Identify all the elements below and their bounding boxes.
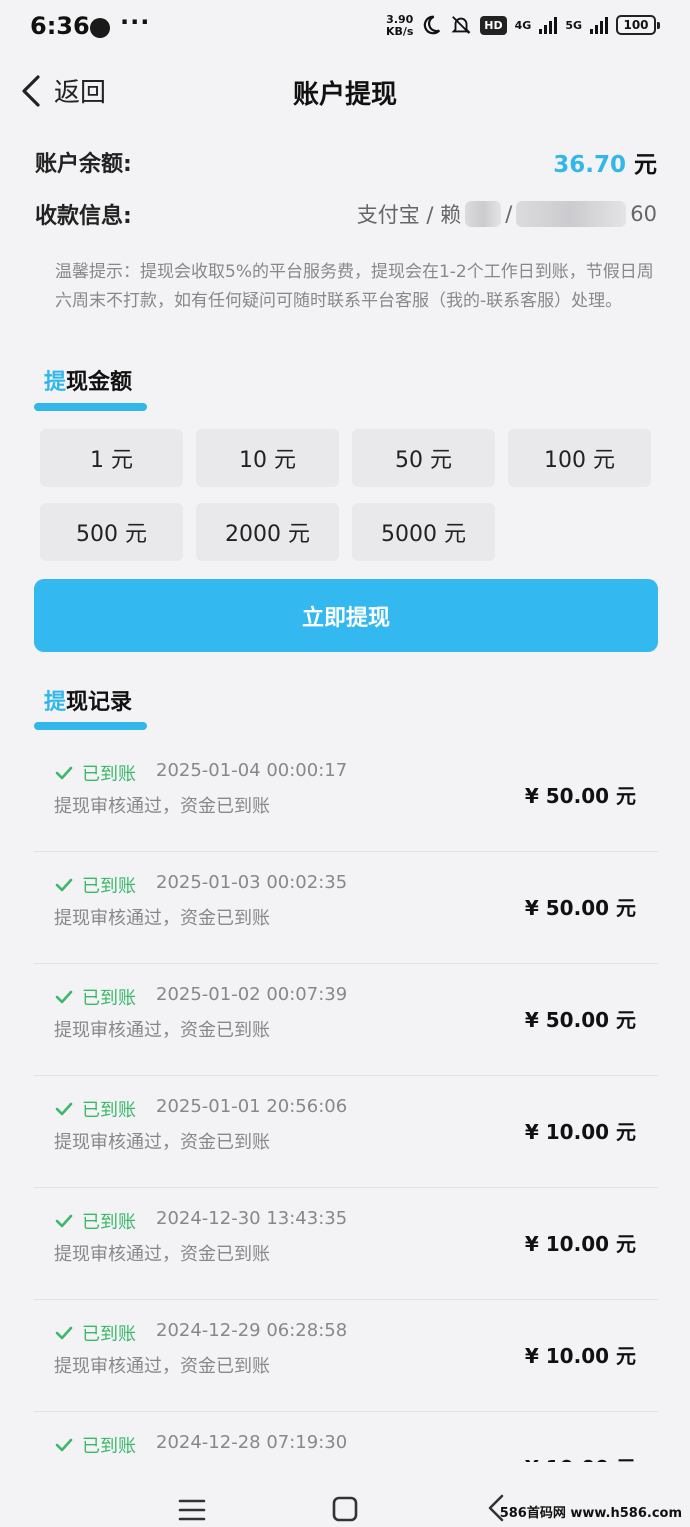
page-title: 账户提现 — [292, 80, 397, 110]
record-row: 已到账 2025-01-02 00:07:39 提现审核通过，资金已到账 ¥ 50.0… — [34, 964, 658, 1076]
balance-value: 36.70 元 — [553, 145, 657, 179]
payee-method: 支付宝 / 赖 — [356, 203, 462, 227]
record-status: 已到账 — [54, 1096, 136, 1122]
record-desc: 提现审核通过，资金已到账 — [54, 908, 270, 929]
records-section-underline — [34, 722, 147, 730]
record-time: 2025-01-03 00:02:35 — [156, 872, 348, 893]
record-amount: ¥ 10.00 元 — [524, 1120, 636, 1144]
amount-option-50[interactable]: 50 元 — [352, 429, 495, 487]
payee-label: 收款信息: — [35, 204, 132, 229]
withdraw-now-button[interactable]: 立即提现 — [34, 579, 658, 652]
records-section-title: 提现记录 — [44, 684, 132, 716]
battery-icon: 100 — [616, 15, 660, 35]
record-row: 已到账 2024-12-30 13:43:35 提现审核通过，资金已到账 ¥ 10.0… — [34, 1188, 658, 1300]
payee-tail: 60 — [630, 202, 657, 226]
record-time: 2024-12-30 13:43:35 — [156, 1208, 348, 1229]
record-amount: ¥ 50.00 元 — [524, 896, 636, 920]
redacted-name — [465, 201, 502, 227]
record-status-label: 已到账 — [82, 1212, 136, 1233]
record-status: 已到账 — [54, 1208, 136, 1234]
net-speed: 3.90 KB/s — [386, 14, 413, 38]
amount-option-1[interactable]: 1 元 — [40, 429, 183, 487]
balance-label: 账户余额: — [35, 152, 132, 177]
moon-icon — [424, 15, 441, 35]
payee-separator: / — [505, 202, 513, 226]
amount-section-title: 提现金额 — [44, 364, 132, 396]
balance-amount: 36.70 — [553, 152, 626, 178]
amount-section-underline — [34, 403, 147, 411]
record-time: 2025-01-02 00:07:39 — [156, 984, 348, 1005]
record-time: 2024-12-28 07:19:30 — [156, 1432, 348, 1453]
check-icon — [55, 990, 73, 1004]
record-row: 已到账 2024-12-29 06:28:58 提现审核通过，资金已到账 ¥ 10.0… — [34, 1300, 658, 1412]
record-status-label: 已到账 — [82, 764, 136, 785]
status-icons: HD 4G 5G 100 — [420, 14, 660, 36]
record-desc: 提现审核通过，资金已到账 — [54, 1132, 270, 1153]
record-status-label: 已到账 — [82, 876, 136, 897]
menu-icon[interactable] — [178, 1498, 206, 1522]
network-5g: 5G — [565, 18, 582, 32]
balance-unit: 元 — [634, 152, 657, 178]
check-icon — [55, 766, 73, 780]
watermark: 586首码网 www.h586.com — [499, 1506, 682, 1521]
signal-bars-icon — [590, 16, 608, 34]
amount-title-rest: 现金额 — [66, 370, 133, 395]
signal-bars-icon — [539, 16, 558, 34]
balance-row: 账户余额: 36.70 元 — [35, 142, 657, 182]
record-status: 已到账 — [54, 872, 136, 898]
record-desc: 提现审核通过，资金已到账 — [54, 796, 270, 817]
check-icon — [55, 1214, 73, 1228]
amount-option-100[interactable]: 100 元 — [508, 429, 651, 487]
status-time: 6:36 — [30, 12, 90, 40]
record-amount: ¥ 10.00 元 — [524, 1344, 636, 1368]
record-row: 已到账 2025-01-01 20:56:06 提现审核通过，资金已到账 ¥ 10.0… — [34, 1076, 658, 1188]
app-header: 返回 账户提现 — [0, 60, 690, 124]
record-desc: 提现审核通过，资金已到账 — [54, 1020, 270, 1041]
check-icon — [55, 1326, 73, 1340]
amount-title-highlight: 提 — [44, 370, 67, 395]
check-icon — [55, 878, 73, 892]
status-bar: 6:36 ··· 3.90 KB/s HD 4G 5G 100 — [0, 0, 690, 56]
record-amount: ¥ 10.00 元 — [524, 1232, 636, 1256]
records-title-rest: 现记录 — [66, 690, 133, 715]
record-status-label: 已到账 — [82, 1100, 136, 1121]
record-status-label: 已到账 — [82, 1324, 136, 1345]
record-status: 已到账 — [54, 760, 136, 786]
warm-tip: 温馨提示：提现会收取5%的平台服务费，提现会在1-2个工作日到账，节假日周六周末… — [55, 262, 654, 311]
record-desc: 提现审核通过，资金已到账 — [54, 1244, 270, 1265]
home-square-icon[interactable] — [332, 1496, 358, 1522]
amount-option-5000[interactable]: 5000 元 — [352, 503, 495, 561]
amount-option-10[interactable]: 10 元 — [196, 429, 339, 487]
record-amount: ¥ 50.00 元 — [524, 1008, 636, 1032]
withdraw-page: 6:36 ··· 3.90 KB/s HD 4G 5G 100 返回 账户提现 … — [0, 0, 690, 1527]
payee-row: 收款信息: 支付宝 / 赖 / 60 — [35, 194, 657, 234]
record-row: 已到账 2025-01-03 00:02:35 提现审核通过，资金已到账 ¥ 50.0… — [34, 852, 658, 964]
redacted-account — [516, 201, 627, 227]
hd-badge: HD — [480, 15, 507, 35]
record-time: 2025-01-04 00:00:17 — [156, 760, 348, 781]
record-status: 已到账 — [54, 984, 136, 1010]
amount-option-500[interactable]: 500 元 — [40, 503, 183, 561]
amount-option-2000[interactable]: 2000 元 — [196, 503, 339, 561]
record-row: 已到账 2025-01-04 00:00:17 提现审核通过，资金已到账 ¥ 50.0… — [34, 740, 658, 852]
net-speed-unit: KB/s — [386, 25, 414, 38]
record-status: 已到账 — [54, 1320, 136, 1346]
check-icon — [55, 1102, 73, 1116]
record-status-label: 已到账 — [82, 1436, 136, 1457]
notification-dot-icon — [90, 18, 110, 38]
network-4g: 4G — [514, 18, 532, 32]
record-time: 2025-01-01 20:56:06 — [156, 1096, 348, 1117]
record-time: 2024-12-29 06:28:58 — [156, 1320, 348, 1341]
record-status: 已到账 — [54, 1432, 136, 1458]
record-desc: 提现审核通过，资金已到账 — [54, 1356, 270, 1377]
bell-muted-icon — [451, 16, 471, 34]
payee-info: 支付宝 / 赖 / 60 — [357, 199, 657, 229]
record-amount: ¥ 50.00 元 — [524, 784, 636, 808]
status-more: ··· — [120, 8, 151, 36]
records-title-highlight: 提 — [44, 690, 67, 715]
record-status-label: 已到账 — [82, 988, 136, 1009]
check-icon — [55, 1438, 73, 1452]
